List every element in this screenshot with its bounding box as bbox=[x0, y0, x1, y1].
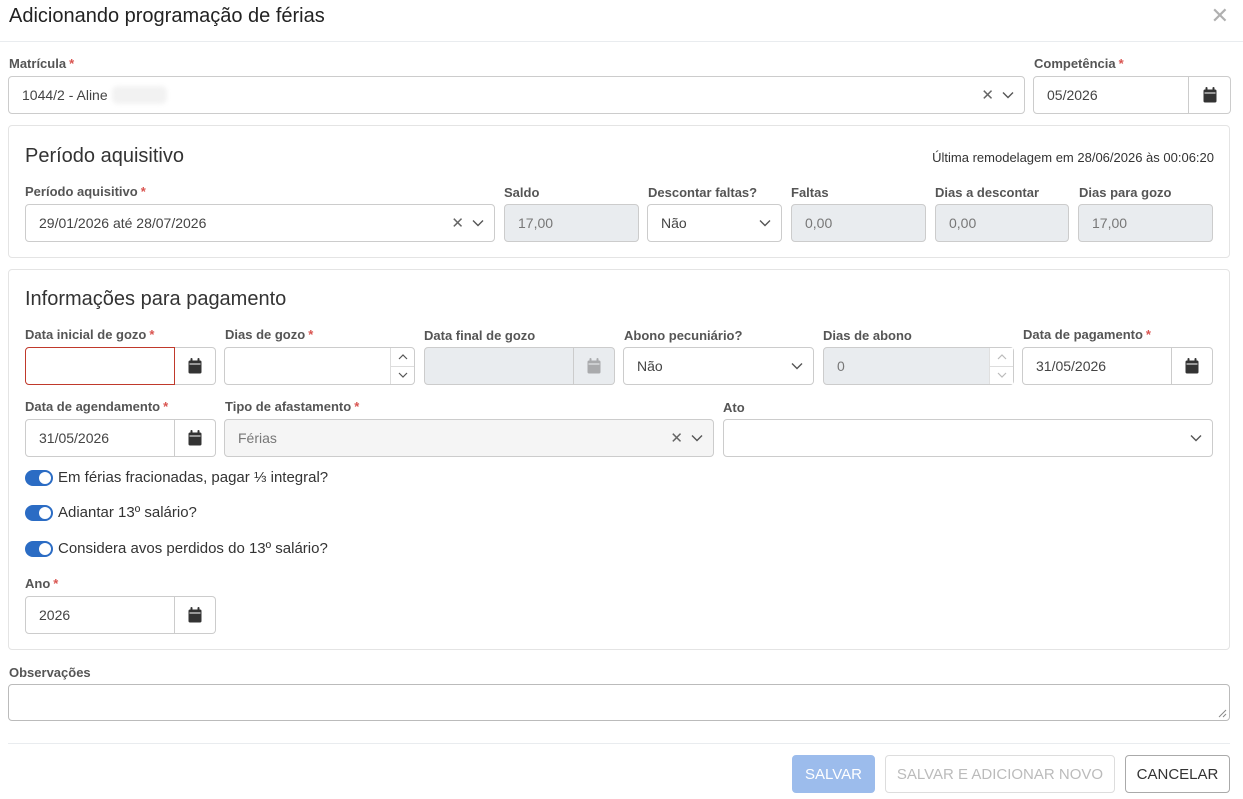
chevron-down-icon[interactable] bbox=[1002, 91, 1014, 99]
data-pagamento-calendar-button[interactable] bbox=[1172, 347, 1213, 385]
saldo-field: 17,00 bbox=[504, 204, 639, 242]
dias-para-gozo-label: Dias para gozo bbox=[1079, 185, 1172, 200]
saldo-label: Saldo bbox=[504, 185, 540, 200]
spinner-down-icon bbox=[990, 365, 1013, 385]
chevron-down-icon[interactable] bbox=[472, 219, 484, 227]
cancelar-button[interactable]: CANCELAR bbox=[1125, 755, 1230, 793]
toggle-fracionadas-label: Em férias fracionadas, pagar ⅓ integral? bbox=[58, 469, 329, 486]
observacoes-textarea[interactable] bbox=[8, 684, 1230, 721]
data-inicial-label: Data inicial de gozo * bbox=[25, 327, 155, 342]
salvar-adicionar-novo-button[interactable]: SALVAR E ADICIONAR NOVO bbox=[885, 755, 1115, 793]
data-final-label: Data final de gozo bbox=[424, 328, 536, 343]
close-icon[interactable]: ✕ bbox=[1211, 5, 1229, 27]
resize-grip-icon[interactable] bbox=[1218, 709, 1227, 718]
matricula-value: 1044/2 - Aline bbox=[22, 87, 108, 103]
ato-label: Ato bbox=[723, 400, 745, 415]
dias-abono-input: 0 bbox=[823, 347, 1014, 385]
faltas-label: Faltas bbox=[791, 185, 829, 200]
periodo-aquisitivo-title: Período aquisitivo bbox=[25, 145, 184, 167]
chevron-down-icon[interactable] bbox=[691, 434, 703, 442]
ato-select[interactable] bbox=[723, 419, 1213, 457]
competencia-value: 05/2026 bbox=[1047, 87, 1098, 103]
salvar-button[interactable]: SALVAR bbox=[792, 755, 875, 793]
observacoes-label: Observações bbox=[9, 665, 91, 680]
footer-divider bbox=[8, 743, 1230, 744]
modal-title: Adicionando programação de férias bbox=[9, 5, 325, 27]
chevron-down-icon bbox=[1190, 434, 1202, 442]
dias-abono-label: Dias de abono bbox=[823, 328, 912, 343]
tipo-afastamento-label: Tipo de afastamento * bbox=[225, 399, 360, 414]
clear-icon[interactable]: ✕ bbox=[981, 88, 994, 103]
faltas-field: 0,00 bbox=[791, 204, 926, 242]
dias-para-gozo-field: 17,00 bbox=[1078, 204, 1213, 242]
ano-label: Ano * bbox=[25, 576, 59, 591]
pagamento-title: Informações para pagamento bbox=[25, 288, 287, 310]
data-final-input bbox=[424, 347, 574, 385]
dias-descontar-label: Dias a descontar bbox=[935, 185, 1040, 200]
clear-icon[interactable]: ✕ bbox=[670, 431, 683, 446]
competencia-input[interactable]: 05/2026 bbox=[1033, 76, 1189, 114]
calendar-icon bbox=[1185, 358, 1199, 374]
toggle-fracionadas[interactable] bbox=[25, 469, 53, 486]
toggle-avos-label: Considera avos perdidos do 13º salário? bbox=[58, 540, 328, 557]
data-agendamento-input[interactable]: 31/05/2026 bbox=[25, 419, 175, 457]
competencia-calendar-button[interactable] bbox=[1189, 76, 1231, 114]
toggle-adiantar-label: Adiantar 13º salário? bbox=[58, 504, 197, 521]
periodo-select[interactable]: 29/01/2026 até 28/07/2026 ✕ bbox=[25, 204, 495, 242]
spinner-up-icon bbox=[990, 348, 1013, 366]
modal-header: Adicionando programação de férias ✕ bbox=[0, 0, 1243, 42]
abono-select[interactable]: Não bbox=[623, 347, 814, 385]
spinner-up-icon[interactable] bbox=[391, 348, 414, 366]
data-agendamento-label: Data de agendamento * bbox=[25, 399, 169, 414]
matricula-select[interactable]: 1044/2 - Aline ✕ bbox=[8, 76, 1025, 114]
ano-calendar-button[interactable] bbox=[175, 596, 216, 634]
toggle-avos-perdidos[interactable] bbox=[25, 540, 53, 557]
dias-gozo-label: Dias de gozo * bbox=[225, 327, 314, 342]
toggle-avos-row: Considera avos perdidos do 13º salário? bbox=[25, 540, 328, 557]
toggle-fracionadas-row: Em férias fracionadas, pagar ⅓ integral? bbox=[25, 469, 328, 486]
calendar-icon bbox=[1203, 87, 1217, 103]
data-inicial-input[interactable] bbox=[25, 347, 175, 385]
toggle-adiantar-row: Adiantar 13º salário? bbox=[25, 504, 197, 521]
data-final-calendar-button bbox=[574, 347, 615, 385]
data-pagamento-input[interactable]: 31/05/2026 bbox=[1022, 347, 1172, 385]
periodo-label: Período aquisitivo * bbox=[25, 184, 146, 199]
calendar-icon bbox=[188, 607, 202, 623]
periodo-value: 29/01/2026 até 28/07/2026 bbox=[39, 215, 207, 231]
data-pagamento-label: Data de pagamento * bbox=[1023, 327, 1151, 342]
data-inicial-calendar-button[interactable] bbox=[175, 347, 216, 385]
matricula-label: Matrícula * bbox=[9, 56, 75, 71]
competencia-label: Competência * bbox=[1034, 56, 1124, 71]
spinner-down-icon[interactable] bbox=[391, 365, 414, 385]
chevron-down-icon bbox=[791, 362, 803, 370]
calendar-icon bbox=[188, 430, 202, 446]
last-update-text: Última remodelagem em 28/06/2026 às 00:0… bbox=[932, 150, 1214, 165]
chevron-down-icon bbox=[759, 219, 771, 227]
ano-input[interactable]: 2026 bbox=[25, 596, 175, 634]
descontar-faltas-select[interactable]: Não bbox=[647, 204, 782, 242]
descontar-faltas-label: Descontar faltas? bbox=[648, 185, 758, 200]
tipo-afastamento-select[interactable]: Férias ✕ bbox=[224, 419, 714, 457]
clear-icon[interactable]: ✕ bbox=[451, 216, 464, 231]
calendar-icon bbox=[587, 358, 601, 374]
dias-descontar-field: 0,00 bbox=[935, 204, 1069, 242]
dias-gozo-input[interactable] bbox=[224, 347, 415, 385]
data-agendamento-calendar-button[interactable] bbox=[175, 419, 216, 457]
abono-label: Abono pecuniário? bbox=[624, 328, 743, 343]
toggle-adiantar-13[interactable] bbox=[25, 504, 53, 521]
calendar-icon bbox=[188, 358, 202, 374]
redacted-name bbox=[111, 86, 167, 104]
